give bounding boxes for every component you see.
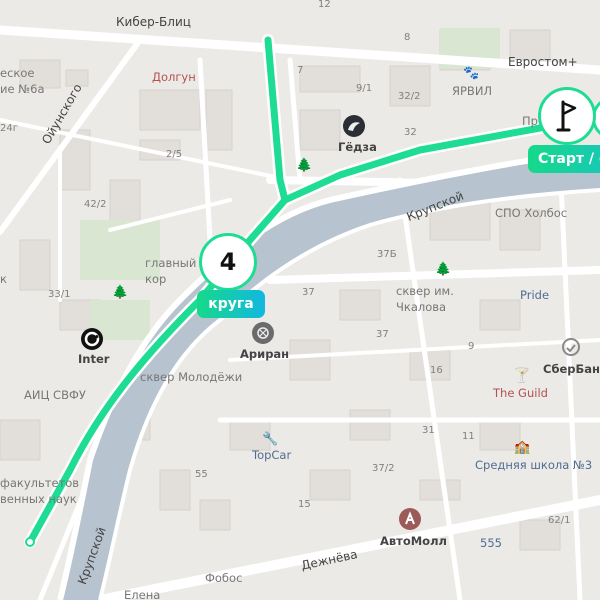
house-number: 2/5 (166, 149, 183, 160)
house-number: 12 (318, 0, 331, 10)
tree-icon: 🌲 (296, 158, 313, 173)
street-label-kiber-blits: Кибер-Блиц (116, 15, 191, 29)
house-number: 42/2 (84, 199, 107, 210)
place-label-pride: Pride (520, 288, 550, 302)
place-label-dolgun: Долгун (152, 70, 196, 84)
pet-icon[interactable]: 🐾 (463, 66, 479, 81)
mall-icon[interactable] (399, 508, 421, 530)
house-number: 37Б (377, 249, 397, 260)
place-label-school3: Средняя школа №3 (475, 458, 593, 472)
bank-icon[interactable] (562, 338, 580, 356)
car-icon[interactable]: 🔧 (262, 432, 278, 447)
house-number: 9/1 (356, 83, 373, 94)
laps-label-badge[interactable]: круга (197, 290, 265, 318)
place-label-gedza: Гёдза (338, 140, 377, 154)
house-number: 7 (297, 65, 304, 76)
tree-icon: 🌲 (112, 285, 129, 300)
house-number: 37/2 (372, 463, 395, 474)
street-label-evrostom: Евростом+ (508, 55, 578, 69)
house-number: 24г (0, 123, 18, 134)
sushi-icon[interactable] (343, 115, 365, 137)
place-label-inter: Inter (78, 352, 110, 366)
house-number: 8 (404, 32, 411, 43)
place-label-pr: Пр (522, 114, 538, 128)
house-number: 31 (422, 425, 435, 436)
restaurant-icon[interactable] (252, 322, 274, 344)
start-marker[interactable] (538, 87, 596, 145)
house-number: 62/1 (548, 515, 571, 526)
start-finish-badge[interactable]: Старт / ф (528, 145, 600, 173)
place-label-elena: Елена (124, 588, 161, 600)
place-label-yarvil: ЯРВИЛ (452, 84, 493, 98)
place-label-echeskoe: еское ие №6а (0, 66, 45, 96)
place-label-skver-chkalova: сквер им. Чкалова (396, 284, 454, 314)
map-base (0, 0, 600, 600)
place-label-arirang: Ариран (240, 347, 290, 361)
house-number: 11 (462, 431, 475, 442)
flag-icon (556, 100, 577, 132)
place-label-k: к (0, 272, 7, 286)
place-label-aits-svfu: АИЦ СВФУ (24, 388, 86, 402)
place-label-fakultet: факультетов венных наук (0, 476, 80, 506)
house-number: 16 (430, 365, 443, 376)
laps-count-marker[interactable]: 4 (199, 233, 257, 291)
house-number: 55 (195, 469, 208, 480)
house-number: 37 (376, 329, 389, 340)
food-icon[interactable] (81, 328, 103, 350)
house-number: 9 (468, 341, 475, 352)
place-label-fobos: Фобос (205, 571, 243, 585)
place-label-topcar: TopCar (252, 448, 292, 462)
place-label-555: 555 (480, 536, 502, 550)
school-icon[interactable]: 🏫 (514, 440, 530, 455)
map-view[interactable]: Кибер-Блиц Ойунского Крупской Крупской Д… (0, 0, 600, 600)
place-label-skver-molodezhi: сквер Молодёжи (140, 370, 243, 384)
house-number: 15 (298, 499, 311, 510)
house-number: 37 (302, 287, 315, 298)
place-label-avtomoll: АвтоМолл (380, 534, 447, 548)
place-label-glavny-kor: главный кор (145, 256, 197, 286)
house-number: 33/1 (48, 289, 71, 300)
house-number: 32 (404, 127, 417, 138)
place-label-sberbank: СберБанк (543, 362, 600, 376)
place-label-spo-kholbos: СПО Холбос (495, 206, 568, 220)
cocktail-icon[interactable]: 🍸 (513, 368, 530, 384)
place-label-the-guild: The Guild (493, 386, 548, 400)
tree-icon: 🌲 (435, 262, 452, 277)
house-number: 32/2 (398, 91, 421, 102)
